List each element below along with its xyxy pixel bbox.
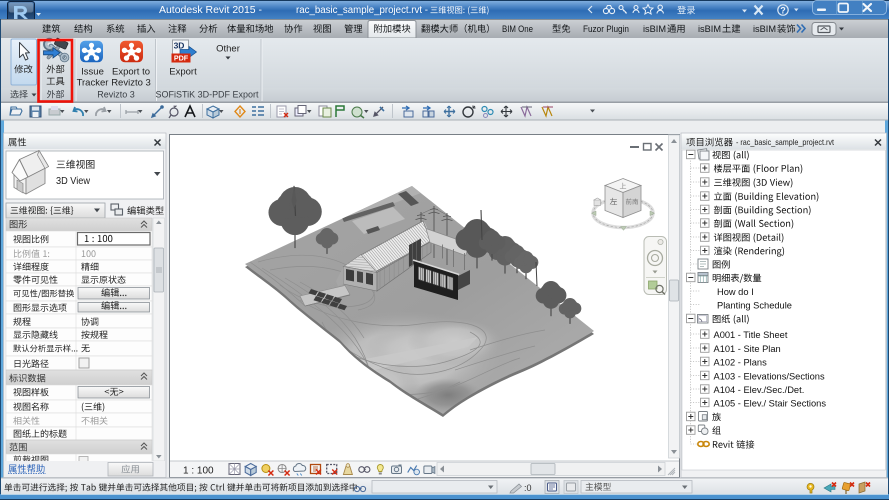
svg-text:How do I: How do I (717, 287, 754, 297)
svg-text:Fuzor Plugin: Fuzor Plugin (583, 24, 629, 34)
svg-text:A102 - Plans: A102 - Plans (714, 357, 768, 367)
svg-text:?: ? (780, 5, 786, 15)
svg-text:A001 - Title Sheet: A001 - Title Sheet (714, 330, 788, 340)
svg-text:BIM One: BIM One (502, 24, 533, 34)
svg-text:isBIM: isBIM (753, 24, 776, 34)
svg-text:A105 - Elev./ Stair Sections: A105 - Elev./ Stair Sections (714, 398, 827, 408)
svg-text:- rac_basic_sample_project.rvt: - rac_basic_sample_project.rvt (736, 138, 835, 147)
svg-text:A101 - Site Plan: A101 - Site Plan (714, 344, 781, 354)
svg-text:rac_basic_sample_project.rvt -: rac_basic_sample_project.rvt - (296, 5, 428, 16)
svg-text:Revizto 3: Revizto 3 (97, 90, 135, 100)
svg-text::0: :0 (524, 483, 532, 493)
svg-text:Issue: Issue (81, 67, 104, 78)
svg-text:1 : 100: 1 : 100 (183, 466, 214, 477)
svg-text:3D: 3D (174, 41, 185, 51)
svg-text:SOFiSTiK 3D-PDF Export: SOFiSTiK 3D-PDF Export (156, 90, 259, 100)
svg-text:Other: Other (216, 44, 240, 55)
svg-text:PDF: PDF (174, 54, 189, 63)
svg-text:isBIM: isBIM (698, 24, 721, 34)
svg-text:A104 - Elev./Sec./Det.: A104 - Elev./Sec./Det. (714, 385, 805, 395)
svg-text:Revizto 3: Revizto 3 (111, 78, 151, 89)
svg-text:Export to: Export to (112, 67, 150, 78)
svg-text:isBIM: isBIM (643, 24, 666, 34)
svg-text:A103 - Elevations/Sections: A103 - Elevations/Sections (714, 371, 825, 381)
svg-text:Tracker: Tracker (77, 78, 109, 89)
svg-text:Autodesk Revit 2015 -: Autodesk Revit 2015 - (159, 4, 262, 16)
svg-text:Export: Export (169, 67, 197, 78)
svg-text:3D View: 3D View (56, 176, 91, 187)
svg-text:Planting Schedule: Planting Schedule (717, 300, 792, 310)
